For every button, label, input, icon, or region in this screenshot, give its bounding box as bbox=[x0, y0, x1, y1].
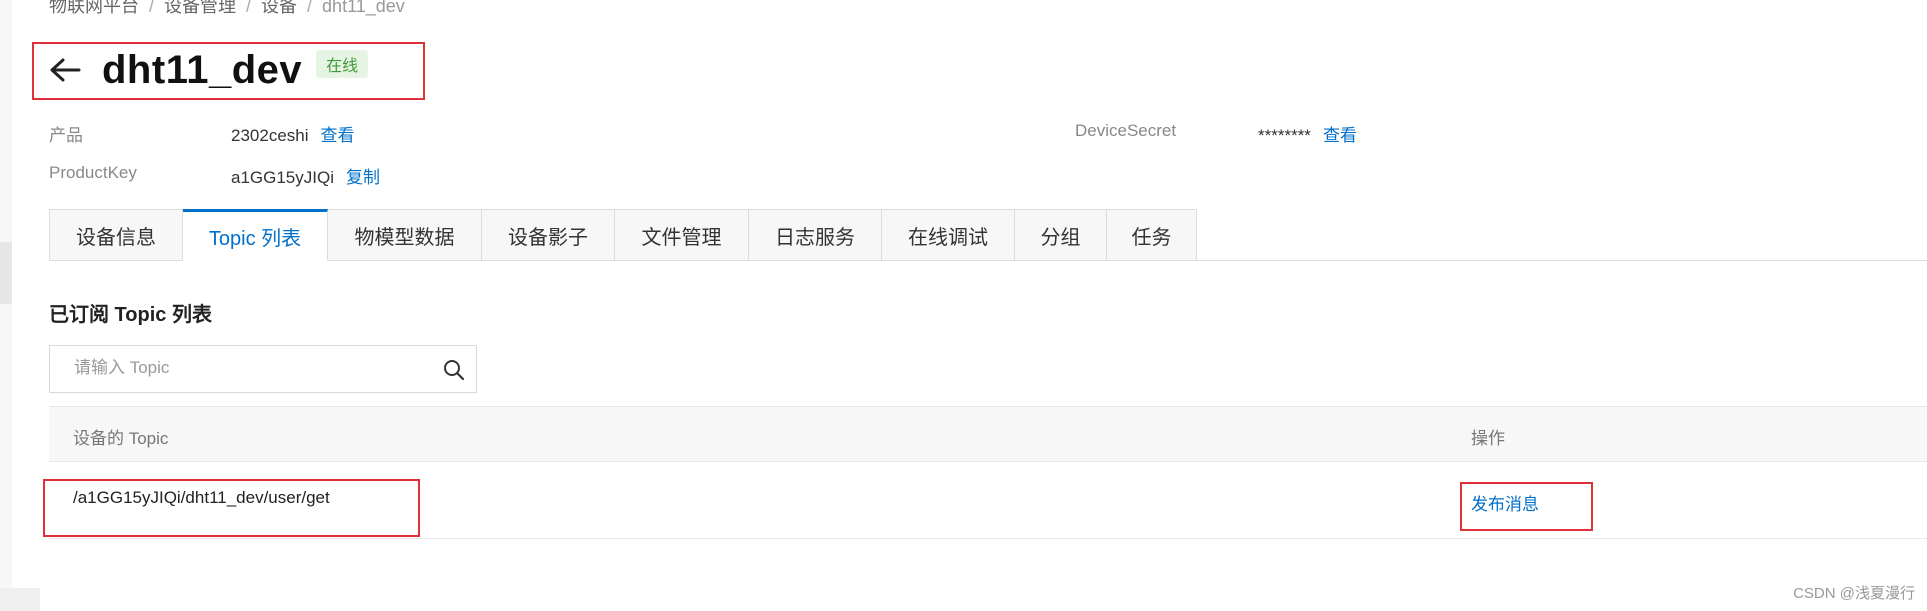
copy-productkey-link[interactable]: 复制 bbox=[346, 168, 380, 187]
breadcrumb-current: dht11_dev bbox=[322, 0, 405, 16]
tab-device-info[interactable]: 设备信息 bbox=[49, 209, 183, 261]
breadcrumb-separator: / bbox=[246, 0, 252, 16]
breadcrumb-separator: / bbox=[307, 0, 313, 16]
devicesecret-value: ******** 查看 bbox=[1258, 121, 1357, 146]
tab-thing-model-data[interactable]: 物模型数据 bbox=[328, 209, 482, 261]
left-edge-corner bbox=[0, 588, 40, 611]
table-header: 设备的 Topic 操作 bbox=[49, 406, 1927, 462]
productkey-label: ProductKey bbox=[49, 163, 137, 182]
tab-online-debug[interactable]: 在线调试 bbox=[882, 209, 1015, 261]
breadcrumb-separator: / bbox=[149, 0, 155, 16]
section-title: 已订阅 Topic 列表 bbox=[49, 304, 212, 326]
breadcrumb-item-device-management[interactable]: 设备管理 bbox=[164, 0, 236, 16]
devicesecret-text: ******** bbox=[1258, 126, 1311, 145]
watermark: CSDN @浅夏漫行 bbox=[1793, 585, 1915, 602]
search-input[interactable] bbox=[50, 346, 434, 390]
column-header-topic: 设备的 Topic bbox=[73, 429, 169, 448]
view-product-link[interactable]: 查看 bbox=[321, 126, 355, 145]
tab-task[interactable]: 任务 bbox=[1107, 209, 1197, 261]
tab-group[interactable]: 分组 bbox=[1015, 209, 1107, 261]
breadcrumb-item-device[interactable]: 设备 bbox=[261, 0, 297, 16]
search-icon[interactable] bbox=[442, 358, 466, 382]
product-name: 2302ceshi bbox=[231, 126, 309, 145]
highlight-box-title bbox=[32, 42, 425, 100]
tab-bar: 设备信息 Topic 列表 物模型数据 设备影子 文件管理 日志服务 在线调试 … bbox=[49, 209, 1197, 261]
product-value: 2302ceshi 查看 bbox=[231, 121, 355, 146]
highlight-box-action bbox=[1460, 482, 1593, 531]
productkey-text: a1GG15yJIQi bbox=[231, 168, 334, 187]
tab-topic-list[interactable]: Topic 列表 bbox=[183, 209, 328, 261]
view-secret-link[interactable]: 查看 bbox=[1323, 126, 1357, 145]
sidebar-collapse-handle[interactable] bbox=[0, 242, 12, 304]
tab-log-service[interactable]: 日志服务 bbox=[749, 209, 882, 261]
breadcrumb-item-iot-platform[interactable]: 物联网平台 bbox=[49, 0, 139, 16]
product-label: 产品 bbox=[49, 126, 83, 145]
productkey-value: a1GG15yJIQi 复制 bbox=[231, 163, 380, 188]
tab-device-shadow[interactable]: 设备影子 bbox=[482, 209, 615, 261]
devicesecret-label: DeviceSecret bbox=[1075, 121, 1177, 140]
column-header-action: 操作 bbox=[1471, 429, 1505, 448]
breadcrumb: 物联网平台 / 设备管理 / 设备 / dht11_dev bbox=[49, 0, 405, 18]
highlight-box-topic bbox=[43, 479, 420, 537]
search-box bbox=[49, 345, 477, 393]
left-edge-strip bbox=[0, 0, 40, 611]
tab-file-management[interactable]: 文件管理 bbox=[615, 209, 749, 261]
